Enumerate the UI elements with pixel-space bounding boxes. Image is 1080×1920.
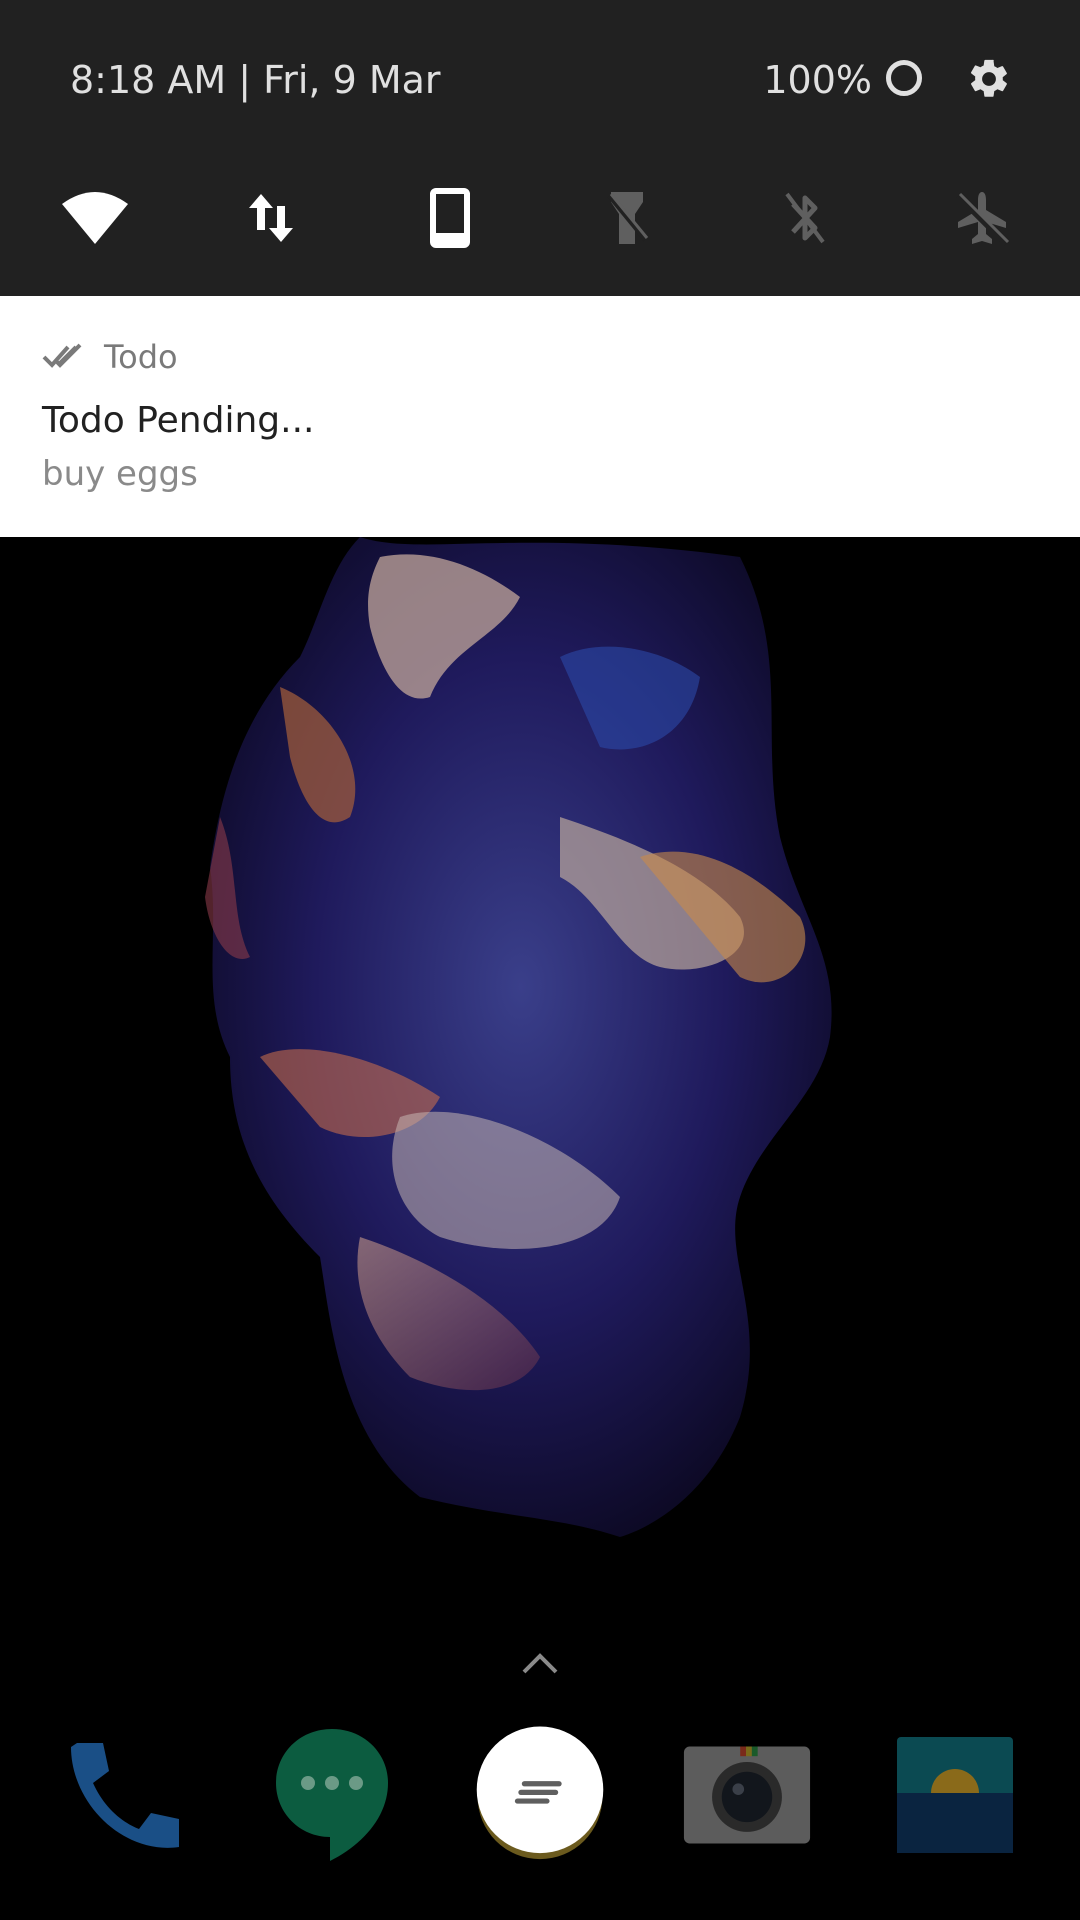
- quick-settings-row: [0, 168, 1080, 268]
- dock-app-camera[interactable]: [682, 1720, 812, 1870]
- quick-tile-rotation[interactable]: [400, 168, 500, 268]
- quick-tile-bluetooth[interactable]: [755, 168, 855, 268]
- notification-title: Todo Pending...: [42, 400, 315, 441]
- todo-notification[interactable]: Todo Todo Pending... buy eggs: [0, 296, 1080, 537]
- quick-tile-mobile-data[interactable]: [222, 168, 322, 268]
- dock-app-phone[interactable]: [58, 1720, 188, 1870]
- chevron-up-icon[interactable]: [520, 1648, 560, 1678]
- phone-icon: [71, 1743, 179, 1848]
- quick-tile-wifi[interactable]: [45, 168, 145, 268]
- dock-app-wallpapers[interactable]: [890, 1720, 1020, 1870]
- screen-orientation-icon: [430, 188, 470, 248]
- home-dock: [0, 1720, 1080, 1880]
- flashlight-icon: [607, 192, 649, 244]
- notification-body: buy eggs: [42, 454, 198, 494]
- notification-app-name: Todo: [104, 338, 178, 376]
- bluetooth-off-icon: [785, 192, 825, 244]
- airplane-mode-icon: [955, 192, 1010, 247]
- camera-icon: [683, 1746, 811, 1844]
- settings-gear-icon[interactable]: [966, 56, 1012, 102]
- mobile-data-icon: [249, 194, 293, 242]
- dock-app-drawer[interactable]: [475, 1720, 605, 1870]
- quick-tile-flashlight[interactable]: [577, 168, 677, 268]
- battery-percentage: 100%: [763, 58, 872, 102]
- abstract-paint-wallpaper: [205, 537, 832, 1537]
- wifi-icon: [62, 192, 128, 244]
- dock-app-hangouts[interactable]: [267, 1720, 397, 1870]
- battery-icon: [886, 60, 922, 96]
- wallpapers-icon: [897, 1737, 1013, 1853]
- quick-tile-airplane-mode[interactable]: [932, 168, 1032, 268]
- notification-app-header: Todo: [42, 338, 178, 376]
- hangouts-icon: [276, 1729, 388, 1861]
- double-check-icon: [42, 343, 82, 368]
- notification-shade: 8:18 AM | Fri, 9 Mar 100%: [0, 0, 1080, 296]
- home-wallpaper: [0, 537, 1080, 1920]
- app-drawer-icon: [476, 1726, 604, 1860]
- time-date[interactable]: 8:18 AM | Fri, 9 Mar: [70, 58, 441, 102]
- shade-header: 8:18 AM | Fri, 9 Mar 100%: [0, 40, 1080, 116]
